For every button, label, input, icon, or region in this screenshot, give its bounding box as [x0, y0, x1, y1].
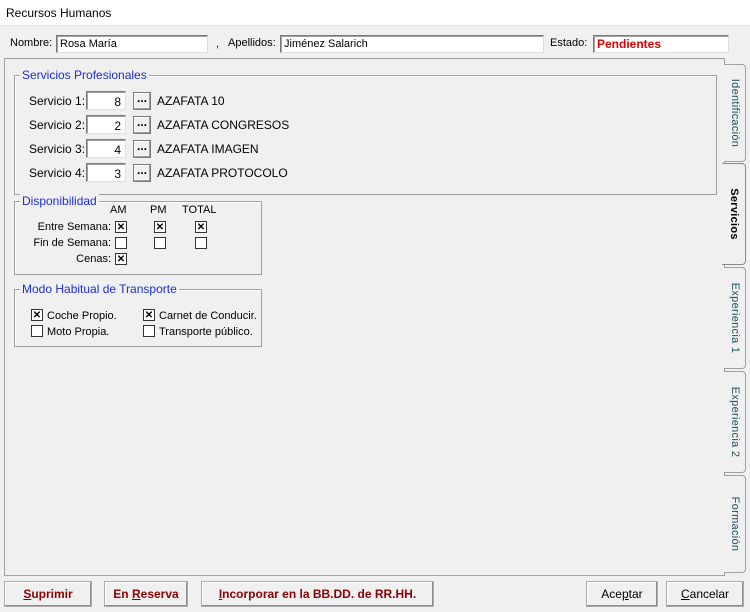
- col-pm-header: PM: [150, 204, 167, 216]
- semana-total-checkbox[interactable]: [195, 221, 207, 233]
- servicio-3-name: AZAFATA IMAGEN: [157, 142, 259, 156]
- cenas-am-checkbox[interactable]: [115, 253, 127, 265]
- tab-identificacion[interactable]: Identificación: [724, 64, 746, 162]
- servicios-group: Servicios Profesionales Servicio 1: 8 ..…: [14, 68, 717, 195]
- cenas-label: Cenas:: [76, 253, 111, 265]
- estado-field: Pendientes: [593, 35, 729, 53]
- tab-experiencia-2-label: Experiencia 2: [728, 386, 741, 458]
- window-title: Recursos Humanos: [6, 6, 112, 20]
- finde-am-checkbox[interactable]: [115, 237, 127, 249]
- servicios-group-title: Servicios Profesionales: [20, 68, 149, 82]
- tab-experiencia-2[interactable]: Experiencia 2: [724, 371, 746, 473]
- transporte-publico-label: Transporte público.: [159, 326, 253, 338]
- tab-experiencia-1[interactable]: Experiencia 1: [724, 267, 746, 369]
- coche-propio-label: Coche Propio.: [47, 310, 117, 322]
- tab-panel-servicios: Servicios Profesionales Servicio 1: 8 ..…: [4, 58, 725, 576]
- servicio-4-name: AZAFATA PROTOCOLO: [157, 166, 288, 180]
- apellidos-field[interactable]: Jiménez Salarich: [280, 35, 544, 53]
- moto-propia-checkbox[interactable]: [31, 325, 43, 337]
- coche-propio-checkbox[interactable]: [31, 309, 43, 321]
- servicio-3-lookup-button[interactable]: ...: [133, 140, 151, 158]
- tab-formacion-label: Formación: [728, 496, 741, 552]
- carnet-conducir-label: Carnet de Conducir.: [159, 310, 257, 322]
- transporte-group: Modo Habitual de Transporte Coche Propio…: [14, 282, 262, 347]
- servicio-1-label: Servicio 1:: [29, 94, 86, 108]
- title-bar: Recursos Humanos: [0, 0, 750, 26]
- semana-am-checkbox[interactable]: [115, 221, 127, 233]
- apellidos-label: Apellidos:: [228, 37, 276, 49]
- servicio-2-code[interactable]: 2: [86, 115, 126, 134]
- finde-pm-checkbox[interactable]: [154, 237, 166, 249]
- estado-label: Estado:: [550, 37, 588, 49]
- tab-servicios-label: Servicios: [727, 188, 740, 240]
- nombre-field[interactable]: Rosa María: [56, 35, 208, 53]
- transporte-group-title: Modo Habitual de Transporte: [20, 282, 179, 296]
- servicio-1-name: AZAFATA 10: [157, 94, 225, 108]
- servicio-3-code[interactable]: 4: [86, 139, 126, 158]
- finde-total-checkbox[interactable]: [195, 237, 207, 249]
- tab-identificacion-label: Identificación: [728, 78, 741, 148]
- moto-propia-label: Moto Propia.: [47, 326, 110, 338]
- servicio-2-name: AZAFATA CONGRESOS: [157, 118, 290, 132]
- carnet-conducir-checkbox[interactable]: [143, 309, 155, 321]
- tab-servicios[interactable]: Servicios: [722, 163, 746, 265]
- servicio-1-lookup-button[interactable]: ...: [133, 92, 151, 110]
- tab-experiencia-1-label: Experiencia 1: [728, 282, 741, 354]
- servicio-2-label: Servicio 2:: [29, 118, 86, 132]
- servicio-4-label: Servicio 4:: [29, 166, 86, 180]
- servicio-4-code[interactable]: 3: [86, 163, 126, 182]
- aceptar-button[interactable]: Aceptar: [586, 581, 658, 607]
- nombre-label: Nombre:: [10, 37, 53, 49]
- transporte-publico-checkbox[interactable]: [143, 325, 155, 337]
- name-separator: ,: [216, 38, 220, 50]
- entre-semana-label: Entre Semana:: [37, 221, 111, 233]
- disponibilidad-group: Disponibilidad AM PM TOTAL Entre Semana:…: [14, 194, 262, 275]
- suprimir-button[interactable]: Suprimir: [4, 581, 92, 607]
- incorporar-button[interactable]: Incorporar en la BB.DD. de RR.HH.: [201, 581, 434, 607]
- disponibilidad-group-title: Disponibilidad: [20, 194, 99, 208]
- semana-pm-checkbox[interactable]: [154, 221, 166, 233]
- col-am-header: AM: [110, 204, 127, 216]
- fin-semana-label: Fin de Semana:: [33, 237, 111, 249]
- col-total-header: TOTAL: [182, 204, 217, 216]
- en-reserva-button[interactable]: En Reserva: [104, 581, 188, 607]
- servicio-2-lookup-button[interactable]: ...: [133, 116, 151, 134]
- servicio-4-lookup-button[interactable]: ...: [133, 164, 151, 182]
- servicio-1-code[interactable]: 8: [86, 91, 126, 110]
- tab-formacion[interactable]: Formación: [724, 475, 746, 573]
- servicio-3-label: Servicio 3:: [29, 142, 86, 156]
- cancelar-button[interactable]: Cancelar: [666, 581, 744, 607]
